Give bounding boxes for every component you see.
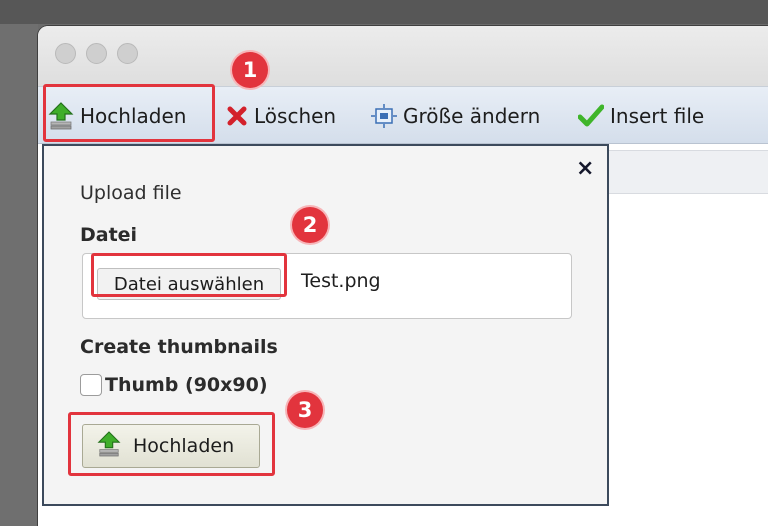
green-check-icon <box>578 104 604 128</box>
window-minimize-button[interactable] <box>86 43 107 64</box>
choose-file-button[interactable]: Datei auswählen <box>97 268 281 300</box>
toolbar-upload-label: Hochladen <box>80 104 187 128</box>
background-left <box>0 24 38 526</box>
toolbar-insert-button[interactable]: Insert file <box>578 101 704 131</box>
step-badge-2: 2 <box>292 207 328 243</box>
toolbar-delete-button[interactable]: Löschen <box>226 101 336 131</box>
background-top <box>0 0 768 24</box>
toolbar-resize-label: Größe ändern <box>403 104 541 128</box>
title-bar <box>38 26 768 86</box>
toolbar-upload-button[interactable]: Hochladen <box>48 101 186 131</box>
panel-title: Upload file <box>80 182 182 204</box>
upload-submit-button[interactable]: Hochladen <box>82 424 260 468</box>
toolbar-resize-button[interactable]: Größe ändern <box>371 101 540 131</box>
resize-icon <box>371 104 397 128</box>
file-input-field[interactable]: Datei auswählen Test.png <box>82 253 572 319</box>
selected-file-name: Test.png <box>301 270 381 292</box>
window-close-button[interactable] <box>55 43 76 64</box>
thumbnails-label: Create thumbnails <box>80 336 278 358</box>
toolbar: Hochladen Löschen Größe ändern Insert fi… <box>38 86 768 144</box>
close-icon[interactable]: × <box>576 156 594 181</box>
upload-submit-label: Hochladen <box>133 435 235 457</box>
upload-arrow-icon <box>97 430 121 462</box>
step-badge-1: 1 <box>232 52 268 88</box>
app-window: Hochladen Löschen Größe ändern Insert fi… <box>38 26 768 526</box>
upload-arrow-icon <box>48 102 74 130</box>
thumb-option-label: Thumb (90x90) <box>105 374 268 396</box>
file-list-header <box>608 150 768 194</box>
toolbar-insert-label: Insert file <box>610 104 705 128</box>
red-x-icon <box>226 105 248 127</box>
thumb-option[interactable]: Thumb (90x90) <box>80 374 268 396</box>
step-badge-3: 3 <box>287 392 323 428</box>
window-zoom-button[interactable] <box>117 43 138 64</box>
thumb-checkbox[interactable] <box>80 374 102 396</box>
toolbar-delete-label: Löschen <box>254 104 337 128</box>
upload-panel: × Upload file Datei Datei auswählen Test… <box>42 144 609 506</box>
file-label: Datei <box>80 224 138 246</box>
